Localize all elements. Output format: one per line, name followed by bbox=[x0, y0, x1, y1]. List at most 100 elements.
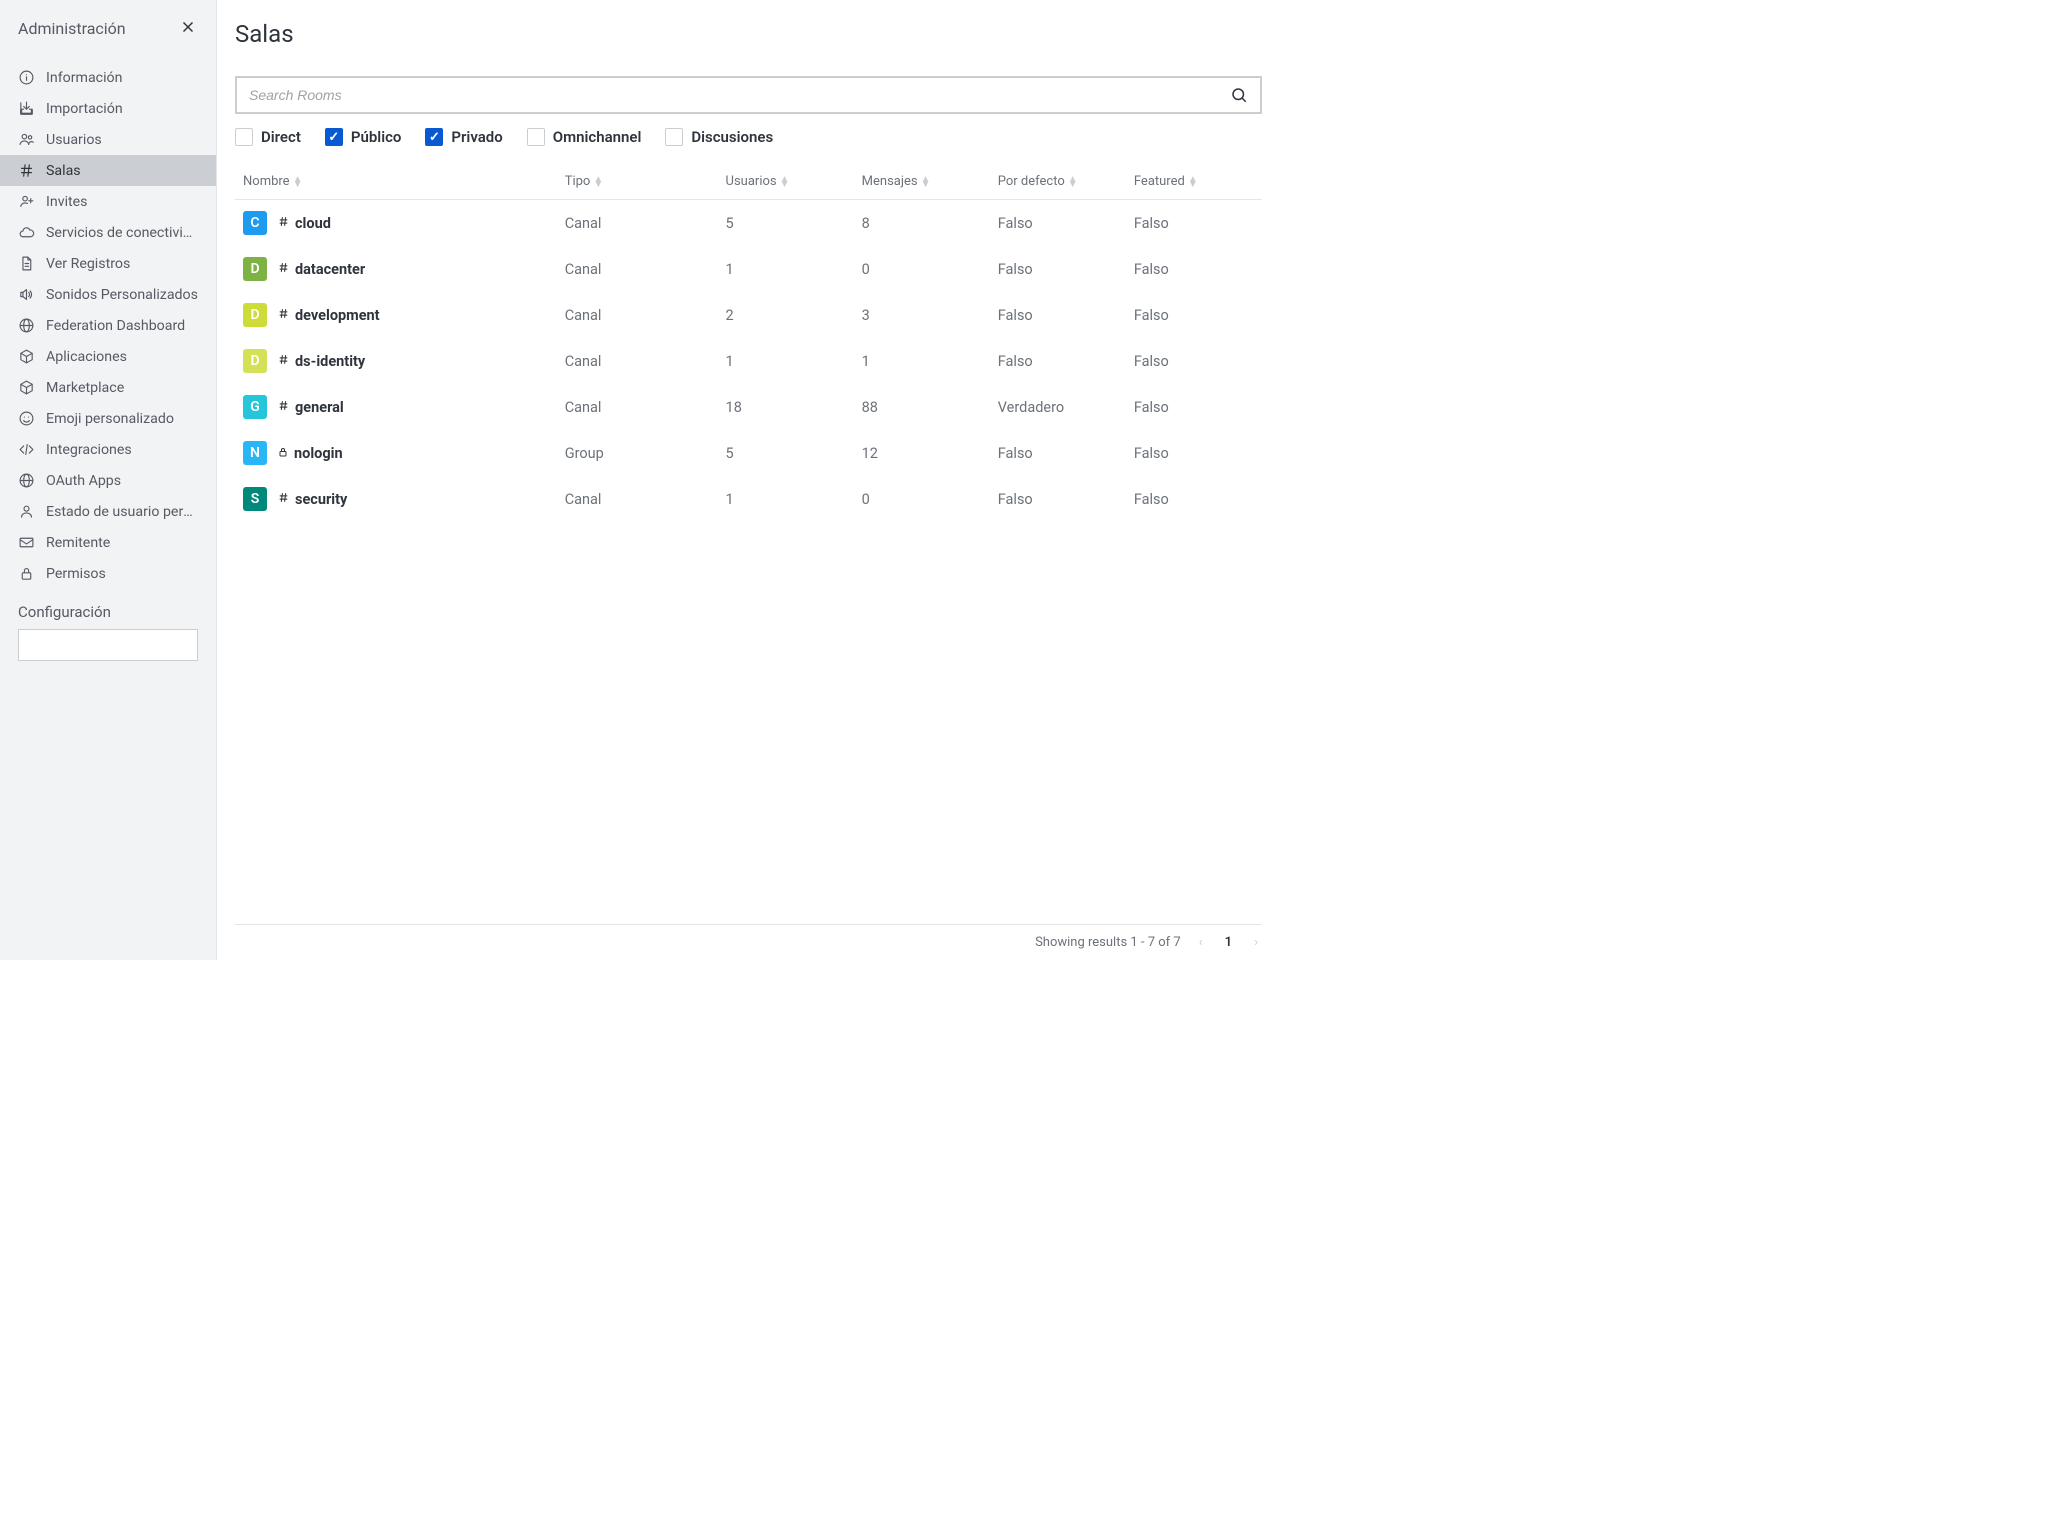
cell-messages: 1 bbox=[854, 338, 990, 384]
cell-messages: 12 bbox=[854, 430, 990, 476]
col-featured[interactable]: Featured▲▼ bbox=[1126, 164, 1262, 200]
sidebar-item-label: Ver Registros bbox=[46, 256, 130, 272]
sidebar-item-usuarios[interactable]: Usuarios bbox=[0, 124, 216, 155]
checkbox-icon[interactable] bbox=[425, 128, 443, 146]
cell-default: Falso bbox=[990, 292, 1126, 338]
cell-messages: 8 bbox=[854, 200, 990, 247]
checkbox-icon[interactable] bbox=[325, 128, 343, 146]
room-avatar: N bbox=[243, 441, 267, 465]
lock-icon bbox=[18, 565, 35, 582]
cloud-icon bbox=[18, 224, 35, 241]
lock-icon bbox=[277, 446, 289, 461]
mail-icon bbox=[18, 534, 35, 551]
sidebar-item-permisos[interactable]: Permisos bbox=[0, 558, 216, 589]
cell-type: Canal bbox=[557, 384, 718, 430]
filter-privado[interactable]: Privado bbox=[425, 128, 502, 146]
checkbox-icon[interactable] bbox=[527, 128, 545, 146]
rooms-table: Nombre▲▼ Tipo▲▼ Usuarios▲▼ Mensajes▲▼ Po… bbox=[235, 164, 1262, 522]
sidebar-item-emoji-personalizado[interactable]: Emoji personalizado bbox=[0, 403, 216, 434]
cell-featured: Falso bbox=[1126, 200, 1262, 247]
sidebar-item-ver-registros[interactable]: Ver Registros bbox=[0, 248, 216, 279]
search-rooms-field[interactable] bbox=[235, 76, 1262, 114]
col-users[interactable]: Usuarios▲▼ bbox=[718, 164, 854, 200]
cell-featured: Falso bbox=[1126, 246, 1262, 292]
table-row[interactable]: DdevelopmentCanal23FalsoFalso bbox=[235, 292, 1262, 338]
cell-type: Canal bbox=[557, 476, 718, 522]
checkbox-icon[interactable] bbox=[665, 128, 683, 146]
admin-sidebar: Administración InformaciónImportaciónUsu… bbox=[0, 0, 217, 960]
cell-users: 5 bbox=[718, 200, 854, 247]
hash-icon bbox=[277, 399, 290, 416]
room-avatar: S bbox=[243, 487, 267, 511]
filter-label: Privado bbox=[451, 128, 502, 146]
search-input[interactable] bbox=[249, 87, 1230, 103]
close-icon[interactable] bbox=[179, 18, 199, 38]
filter-publico[interactable]: Público bbox=[325, 128, 402, 146]
room-name: nologin bbox=[277, 445, 343, 462]
pager-next[interactable]: › bbox=[1250, 935, 1262, 950]
cell-featured: Falso bbox=[1126, 476, 1262, 522]
page-title: Salas bbox=[235, 20, 1262, 48]
code-icon bbox=[18, 441, 35, 458]
sidebar-item-servicios-de-conectividad[interactable]: Servicios de conectividad bbox=[0, 217, 216, 248]
sidebar-item-sonidos-personalizados[interactable]: Sonidos Personalizados bbox=[0, 279, 216, 310]
table-row[interactable]: DdatacenterCanal10FalsoFalso bbox=[235, 246, 1262, 292]
room-name: general bbox=[277, 399, 344, 416]
sidebar-section-header: Configuración bbox=[0, 589, 216, 629]
pagination-summary: Showing results 1 - 7 of 7 bbox=[1035, 935, 1181, 950]
filter-direct[interactable]: Direct bbox=[235, 128, 301, 146]
file-icon bbox=[18, 255, 35, 272]
cell-messages: 0 bbox=[854, 246, 990, 292]
col-type[interactable]: Tipo▲▼ bbox=[557, 164, 718, 200]
table-row[interactable]: CcloudCanal58FalsoFalso bbox=[235, 200, 1262, 247]
sidebar-item-informaci-n[interactable]: Información bbox=[0, 62, 216, 93]
sidebar-item-label: Invites bbox=[46, 194, 88, 210]
sidebar-item-remitente[interactable]: Remitente bbox=[0, 527, 216, 558]
user-icon bbox=[18, 503, 35, 520]
sidebar-item-salas[interactable]: Salas bbox=[0, 155, 216, 186]
room-avatar: D bbox=[243, 257, 267, 281]
cell-messages: 88 bbox=[854, 384, 990, 430]
sidebar-item-label: Marketplace bbox=[46, 380, 124, 396]
cell-messages: 3 bbox=[854, 292, 990, 338]
table-row[interactable]: GgeneralCanal1888VerdaderoFalso bbox=[235, 384, 1262, 430]
globe-icon bbox=[18, 317, 35, 334]
sidebar-nav: Información ImportaciónUsuariosSalas Invit… bbox=[0, 56, 216, 589]
room-avatar: D bbox=[243, 349, 267, 373]
emoji-icon bbox=[18, 410, 35, 427]
sidebar-item-label: Información bbox=[46, 70, 123, 86]
cell-default: Falso bbox=[990, 200, 1126, 247]
hash-icon bbox=[277, 491, 290, 508]
col-messages[interactable]: Mensajes▲▼ bbox=[854, 164, 990, 200]
info-icon bbox=[18, 69, 35, 86]
search-icon bbox=[1230, 86, 1248, 104]
sidebar-item-estado-de-usuario-personaliza[interactable]: Estado de usuario personaliza... bbox=[0, 496, 216, 527]
sidebar-item-label: Permisos bbox=[46, 566, 106, 582]
sidebar-item-integraciones[interactable]: Integraciones bbox=[0, 434, 216, 465]
checkbox-icon[interactable] bbox=[235, 128, 253, 146]
pager-prev[interactable]: ‹ bbox=[1195, 935, 1207, 950]
filter-omnichannel[interactable]: Omnichannel bbox=[527, 128, 642, 146]
main-content: Salas Direct Público Privado Omnichannel Dis… bbox=[217, 0, 1280, 960]
filter-label: Omnichannel bbox=[553, 128, 642, 146]
table-row[interactable]: SsecurityCanal10FalsoFalso bbox=[235, 476, 1262, 522]
table-row[interactable]: Dds-identityCanal11FalsoFalso bbox=[235, 338, 1262, 384]
sidebar-item-importaci-n[interactable]: Importación bbox=[0, 93, 216, 124]
sidebar-item-aplicaciones[interactable]: Aplicaciones bbox=[0, 341, 216, 372]
filter-discusiones[interactable]: Discusiones bbox=[665, 128, 773, 146]
sidebar-item-marketplace[interactable]: Marketplace bbox=[0, 372, 216, 403]
globe-icon bbox=[18, 472, 35, 489]
sidebar-item-label: Remitente bbox=[46, 535, 110, 551]
sidebar-item-oauth-apps[interactable]: OAuth Apps bbox=[0, 465, 216, 496]
col-default[interactable]: Por defecto▲▼ bbox=[990, 164, 1126, 200]
config-search-input[interactable] bbox=[18, 629, 198, 661]
sidebar-item-federation-dashboard[interactable]: Federation Dashboard bbox=[0, 310, 216, 341]
sidebar-item-invites[interactable]: Invites bbox=[0, 186, 216, 217]
hash-icon bbox=[277, 261, 290, 278]
cell-featured: Falso bbox=[1126, 430, 1262, 476]
cube-icon bbox=[18, 348, 35, 365]
table-row[interactable]: NnologinGroup512FalsoFalso bbox=[235, 430, 1262, 476]
sidebar-item-label: Estado de usuario personaliza... bbox=[46, 504, 198, 520]
pagination-footer: Showing results 1 - 7 of 7 ‹ 1 › bbox=[235, 924, 1262, 950]
col-name[interactable]: Nombre▲▼ bbox=[235, 164, 557, 200]
